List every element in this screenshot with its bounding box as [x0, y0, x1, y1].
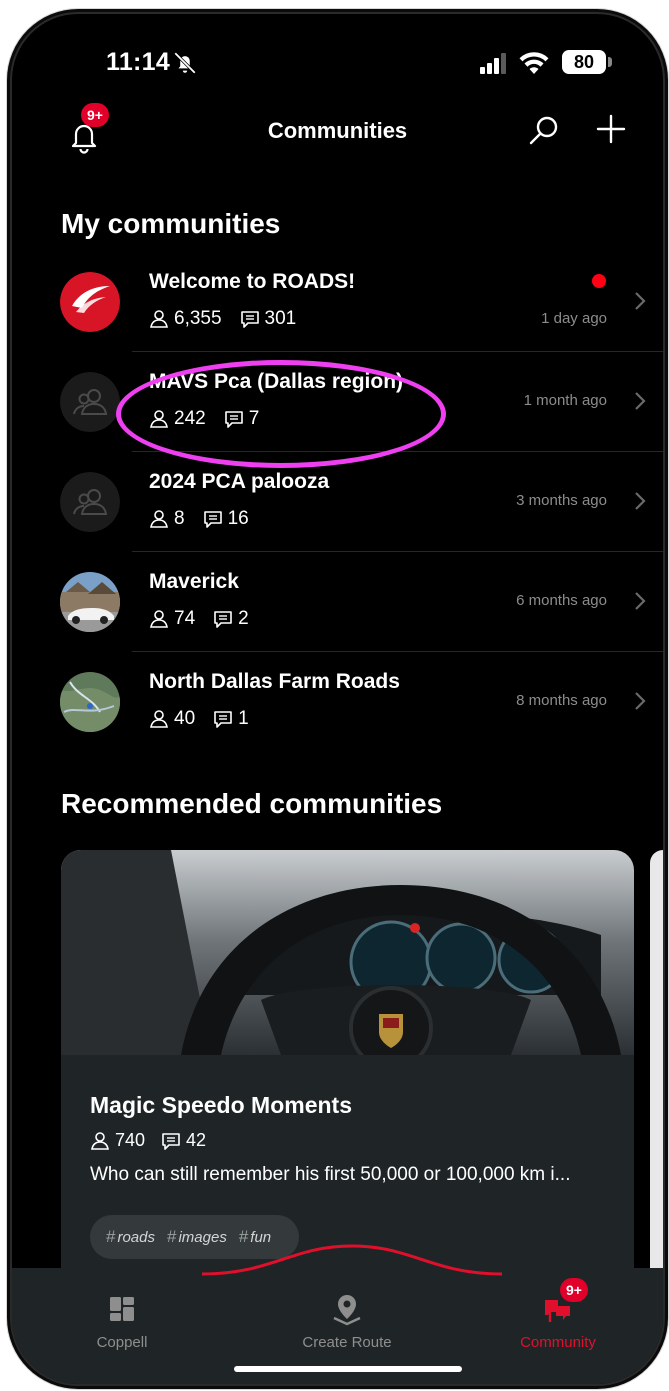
posts-icon	[240, 311, 259, 328]
battery-nub	[608, 57, 612, 67]
active-tab-indicator	[202, 1244, 502, 1276]
dashboard-icon	[110, 1297, 134, 1321]
community-row-north-dallas[interactable]: North Dallas Farm Roads 40 1 8 months ag…	[52, 652, 663, 752]
tab-coppell[interactable]: Coppell	[42, 1292, 202, 1351]
chevron-right-icon	[635, 392, 646, 410]
posts-icon	[162, 1132, 180, 1150]
add-community-icon[interactable]	[596, 114, 626, 144]
wifi-icon	[519, 52, 549, 74]
chevron-right-icon	[635, 292, 646, 310]
status-bar: 11:14 80	[12, 14, 663, 104]
post-count: 2	[238, 608, 249, 629]
last-activity: 6 months ago	[516, 592, 607, 609]
search-icon[interactable]	[528, 114, 560, 146]
community-row-palooza[interactable]: 2024 PCA palooza 8 16 3 months ago	[52, 452, 663, 552]
posts-icon	[214, 611, 232, 628]
post-count: 301	[264, 308, 297, 329]
community-stats: 40 1	[149, 708, 249, 730]
status-time: 11:14	[106, 48, 171, 76]
member-count: 40	[174, 708, 196, 729]
tab-label: Create Route	[302, 1334, 392, 1351]
map-photo-avatar	[60, 672, 120, 732]
community-row-maverick[interactable]: Maverick 74 2 6 months ago	[52, 552, 663, 652]
members-icon	[150, 310, 168, 328]
card-description: Who can still remember his first 50,000 …	[90, 1164, 571, 1185]
community-stats: 8 16	[149, 508, 249, 530]
chevron-right-icon	[635, 592, 646, 610]
roads-logo-avatar	[60, 272, 120, 332]
community-name: Welcome to ROADS!	[149, 270, 356, 293]
recommended-community-card[interactable]: Magic Speedo Moments 740 42 Who can stil…	[61, 850, 634, 1290]
community-name: 2024 PCA palooza	[149, 470, 330, 493]
last-activity: 8 months ago	[516, 692, 607, 709]
member-count: 74	[174, 608, 196, 629]
community-stats: 6,355 301	[149, 308, 296, 330]
my-communities-heading: My communities	[61, 208, 281, 239]
location-pin-icon	[333, 1295, 361, 1326]
cell-signal-icon	[480, 53, 506, 74]
last-activity: 1 day ago	[541, 310, 607, 327]
tag[interactable]: # roads	[106, 1227, 155, 1247]
home-indicator[interactable]	[234, 1366, 462, 1372]
member-count: 8	[174, 508, 185, 529]
post-count: 16	[227, 508, 249, 529]
card-title: Magic Speedo Moments	[90, 1092, 352, 1118]
recommended-heading: Recommended communities	[61, 788, 443, 819]
next-card-peek[interactable]	[650, 850, 663, 1290]
members-icon	[91, 1131, 109, 1150]
tab-create-route[interactable]: Create Route	[267, 1292, 427, 1351]
chevron-right-icon	[635, 692, 646, 710]
community-name: Maverick	[149, 570, 239, 593]
last-activity: 3 months ago	[516, 492, 607, 509]
silent-bell-icon	[174, 52, 196, 74]
post-count: 1	[238, 708, 249, 729]
community-badge: 9+	[560, 1278, 588, 1302]
car-photo-avatar	[60, 572, 120, 632]
tab-label: Community	[520, 1334, 596, 1351]
highlight-annotation-ring	[116, 360, 446, 468]
placeholder-group-avatar	[60, 472, 120, 532]
unread-dot	[592, 274, 606, 288]
card-stats: 740 42	[90, 1130, 206, 1151]
posts-icon	[203, 511, 222, 528]
steering-wheel-image	[61, 850, 634, 1055]
placeholder-group-avatar	[60, 372, 120, 432]
member-count: 6,355	[174, 308, 222, 329]
chevron-right-icon	[635, 492, 646, 510]
posts-icon	[214, 711, 232, 728]
members-icon	[150, 610, 168, 628]
top-bar: 9+ Communities	[12, 103, 663, 160]
members-icon	[150, 510, 168, 528]
community-row-welcome[interactable]: Welcome to ROADS! 6,355 301 1 day ago	[52, 252, 663, 352]
last-activity: 1 month ago	[523, 392, 607, 409]
page-title: Communities	[267, 118, 408, 143]
tab-community[interactable]: Community	[478, 1292, 638, 1351]
community-name: North Dallas Farm Roads	[149, 670, 400, 693]
battery-indicator: 80	[562, 50, 606, 74]
community-stats: 74 2	[149, 608, 249, 630]
tab-label: Coppell	[96, 1334, 148, 1351]
members-icon	[150, 710, 168, 728]
post-count: 42	[186, 1130, 207, 1150]
member-count: 740	[115, 1130, 146, 1150]
phone-frame: 11:14 80 9+ Communities My communities W…	[12, 14, 663, 1384]
